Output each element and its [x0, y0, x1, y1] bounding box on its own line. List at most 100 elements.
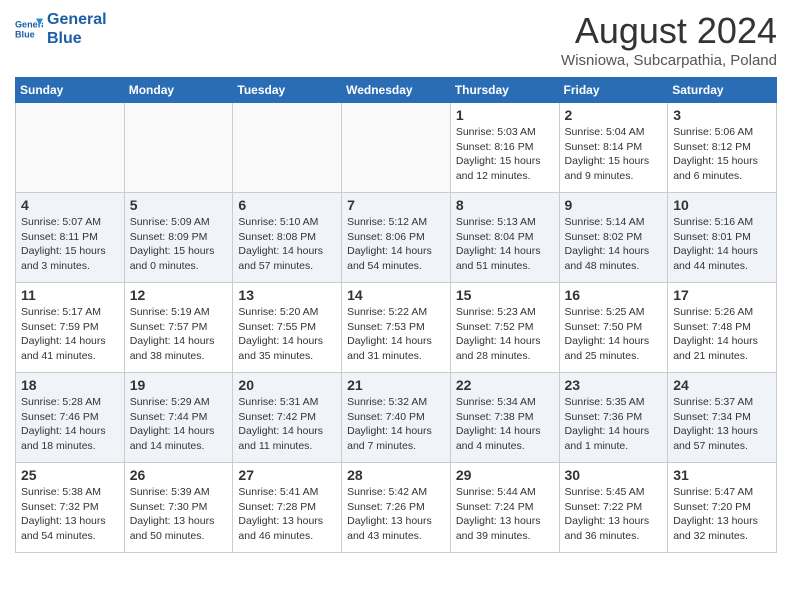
day-number: 1	[456, 107, 554, 123]
calendar-cell: 8 Sunrise: 5:13 AM Sunset: 8:04 PM Daylig…	[450, 193, 559, 283]
weekday-header: Saturday	[668, 78, 777, 103]
calendar-cell: 28Sunrise: 5:42 AM Sunset: 7:26 PM Dayli…	[342, 463, 451, 553]
calendar-cell: 26 Sunrise: 5:39 AM Sunset: 7:30 PM Dayli…	[124, 463, 233, 553]
calendar-cell: 3Sunrise: 5:06 AM Sunset: 8:12 PM Daylig…	[668, 103, 777, 193]
calendar-cell: 24 Sunrise: 5:37 AM Sunset: 7:34 PM Dayli…	[668, 373, 777, 463]
day-number: 31	[673, 467, 771, 483]
day-info: Sunrise: 5:25 AM Sunset: 7:50 PM Dayligh…	[565, 306, 650, 362]
day-number: 10	[673, 197, 771, 213]
calendar-cell: 9 Sunrise: 5:14 AM Sunset: 8:02 PM Daylig…	[559, 193, 668, 283]
day-info: Sunrise: 5:28 AM Sunset: 7:46 PM Dayligh…	[21, 396, 106, 452]
day-number: 6	[238, 197, 336, 213]
calendar-table: SundayMondayTuesdayWednesdayThursdayFrid…	[15, 77, 777, 553]
logo: General Blue General Blue	[15, 10, 107, 48]
day-info: Sunrise: 5:34 AM Sunset: 7:38 PM Dayligh…	[456, 396, 541, 452]
day-info: Sunrise: 5:04 AM Sunset: 8:14 PM Dayligh…	[565, 126, 650, 182]
day-number: 19	[130, 377, 228, 393]
day-number: 21	[347, 377, 445, 393]
day-info: Sunrise: 5:19 AM Sunset: 7:57 PM Dayligh…	[130, 306, 215, 362]
weekday-header: Wednesday	[342, 78, 451, 103]
calendar-cell: 29Sunrise: 5:44 AM Sunset: 7:24 PM Dayli…	[450, 463, 559, 553]
calendar-cell	[124, 103, 233, 193]
day-number: 14	[347, 287, 445, 303]
day-number: 17	[673, 287, 771, 303]
day-number: 15	[456, 287, 554, 303]
day-number: 16	[565, 287, 663, 303]
day-info: Sunrise: 5:09 AM Sunset: 8:09 PM Dayligh…	[130, 216, 215, 272]
calendar-cell: 17 Sunrise: 5:26 AM Sunset: 7:48 PM Dayli…	[668, 283, 777, 373]
day-number: 12	[130, 287, 228, 303]
day-info: Sunrise: 5:12 AM Sunset: 8:06 PM Dayligh…	[347, 216, 432, 272]
day-info: Sunrise: 5:22 AM Sunset: 7:53 PM Dayligh…	[347, 306, 432, 362]
calendar-cell: 27Sunrise: 5:41 AM Sunset: 7:28 PM Dayli…	[233, 463, 342, 553]
calendar-cell: 31 Sunrise: 5:47 AM Sunset: 7:20 PM Dayli…	[668, 463, 777, 553]
day-number: 23	[565, 377, 663, 393]
calendar-cell: 2 Sunrise: 5:04 AM Sunset: 8:14 PM Daylig…	[559, 103, 668, 193]
calendar-cell: 6 Sunrise: 5:10 AM Sunset: 8:08 PM Daylig…	[233, 193, 342, 283]
calendar-cell: 4Sunrise: 5:07 AM Sunset: 8:11 PM Daylig…	[16, 193, 125, 283]
logo-blue: Blue	[47, 29, 107, 48]
day-number: 22	[456, 377, 554, 393]
day-number: 30	[565, 467, 663, 483]
day-number: 24	[673, 377, 771, 393]
calendar-cell: 30 Sunrise: 5:45 AM Sunset: 7:22 PM Dayli…	[559, 463, 668, 553]
day-info: Sunrise: 5:37 AM Sunset: 7:34 PM Dayligh…	[673, 396, 758, 452]
day-number: 28	[347, 467, 445, 483]
day-info: Sunrise: 5:45 AM Sunset: 7:22 PM Dayligh…	[565, 486, 650, 542]
month-title: August 2024	[561, 10, 777, 52]
day-number: 2	[565, 107, 663, 123]
day-info: Sunrise: 5:39 AM Sunset: 7:30 PM Dayligh…	[130, 486, 215, 542]
calendar-week-row: 4Sunrise: 5:07 AM Sunset: 8:11 PM Daylig…	[16, 193, 777, 283]
weekday-header: Tuesday	[233, 78, 342, 103]
header: General Blue General Blue August 2024 Wi…	[15, 10, 777, 69]
day-info: Sunrise: 5:29 AM Sunset: 7:44 PM Dayligh…	[130, 396, 215, 452]
weekday-header-row: SundayMondayTuesdayWednesdayThursdayFrid…	[16, 78, 777, 103]
day-info: Sunrise: 5:20 AM Sunset: 7:55 PM Dayligh…	[238, 306, 323, 362]
calendar-cell	[233, 103, 342, 193]
calendar-week-row: 18 Sunrise: 5:28 AM Sunset: 7:46 PM Dayli…	[16, 373, 777, 463]
calendar-cell	[16, 103, 125, 193]
day-number: 5	[130, 197, 228, 213]
logo-icon: General Blue	[15, 15, 43, 43]
day-number: 8	[456, 197, 554, 213]
calendar-cell: 18 Sunrise: 5:28 AM Sunset: 7:46 PM Dayli…	[16, 373, 125, 463]
day-info: Sunrise: 5:26 AM Sunset: 7:48 PM Dayligh…	[673, 306, 758, 362]
calendar-week-row: 25 Sunrise: 5:38 AM Sunset: 7:32 PM Dayli…	[16, 463, 777, 553]
calendar-cell	[342, 103, 451, 193]
calendar-cell: 21 Sunrise: 5:32 AM Sunset: 7:40 PM Dayli…	[342, 373, 451, 463]
calendar-cell: 1 Sunrise: 5:03 AM Sunset: 8:16 PM Daylig…	[450, 103, 559, 193]
logo-general: General	[47, 10, 107, 29]
day-info: Sunrise: 5:14 AM Sunset: 8:02 PM Dayligh…	[565, 216, 650, 272]
page-container: General Blue General Blue August 2024 Wi…	[0, 0, 792, 563]
day-info: Sunrise: 5:13 AM Sunset: 8:04 PM Dayligh…	[456, 216, 541, 272]
calendar-cell: 23 Sunrise: 5:35 AM Sunset: 7:36 PM Dayli…	[559, 373, 668, 463]
day-info: Sunrise: 5:03 AM Sunset: 8:16 PM Dayligh…	[456, 126, 541, 182]
calendar-cell: 16 Sunrise: 5:25 AM Sunset: 7:50 PM Dayli…	[559, 283, 668, 373]
weekday-header: Thursday	[450, 78, 559, 103]
calendar-cell: 19 Sunrise: 5:29 AM Sunset: 7:44 PM Dayli…	[124, 373, 233, 463]
calendar-cell: 25 Sunrise: 5:38 AM Sunset: 7:32 PM Dayli…	[16, 463, 125, 553]
day-info: Sunrise: 5:31 AM Sunset: 7:42 PM Dayligh…	[238, 396, 323, 452]
calendar-cell: 15Sunrise: 5:23 AM Sunset: 7:52 PM Dayli…	[450, 283, 559, 373]
day-number: 18	[21, 377, 119, 393]
day-info: Sunrise: 5:17 AM Sunset: 7:59 PM Dayligh…	[21, 306, 106, 362]
day-number: 29	[456, 467, 554, 483]
day-info: Sunrise: 5:41 AM Sunset: 7:28 PM Dayligh…	[238, 486, 323, 542]
day-number: 7	[347, 197, 445, 213]
day-info: Sunrise: 5:35 AM Sunset: 7:36 PM Dayligh…	[565, 396, 650, 452]
calendar-cell: 20Sunrise: 5:31 AM Sunset: 7:42 PM Dayli…	[233, 373, 342, 463]
title-block: August 2024 Wisniowa, Subcarpathia, Pola…	[561, 10, 777, 69]
day-number: 26	[130, 467, 228, 483]
day-number: 25	[21, 467, 119, 483]
day-number: 4	[21, 197, 119, 213]
day-info: Sunrise: 5:38 AM Sunset: 7:32 PM Dayligh…	[21, 486, 106, 542]
day-number: 13	[238, 287, 336, 303]
day-info: Sunrise: 5:10 AM Sunset: 8:08 PM Dayligh…	[238, 216, 323, 272]
weekday-header: Friday	[559, 78, 668, 103]
weekday-header: Monday	[124, 78, 233, 103]
calendar-cell: 7 Sunrise: 5:12 AM Sunset: 8:06 PM Daylig…	[342, 193, 451, 283]
day-info: Sunrise: 5:47 AM Sunset: 7:20 PM Dayligh…	[673, 486, 758, 542]
day-info: Sunrise: 5:32 AM Sunset: 7:40 PM Dayligh…	[347, 396, 432, 452]
calendar-cell: 13 Sunrise: 5:20 AM Sunset: 7:55 PM Dayli…	[233, 283, 342, 373]
day-number: 9	[565, 197, 663, 213]
